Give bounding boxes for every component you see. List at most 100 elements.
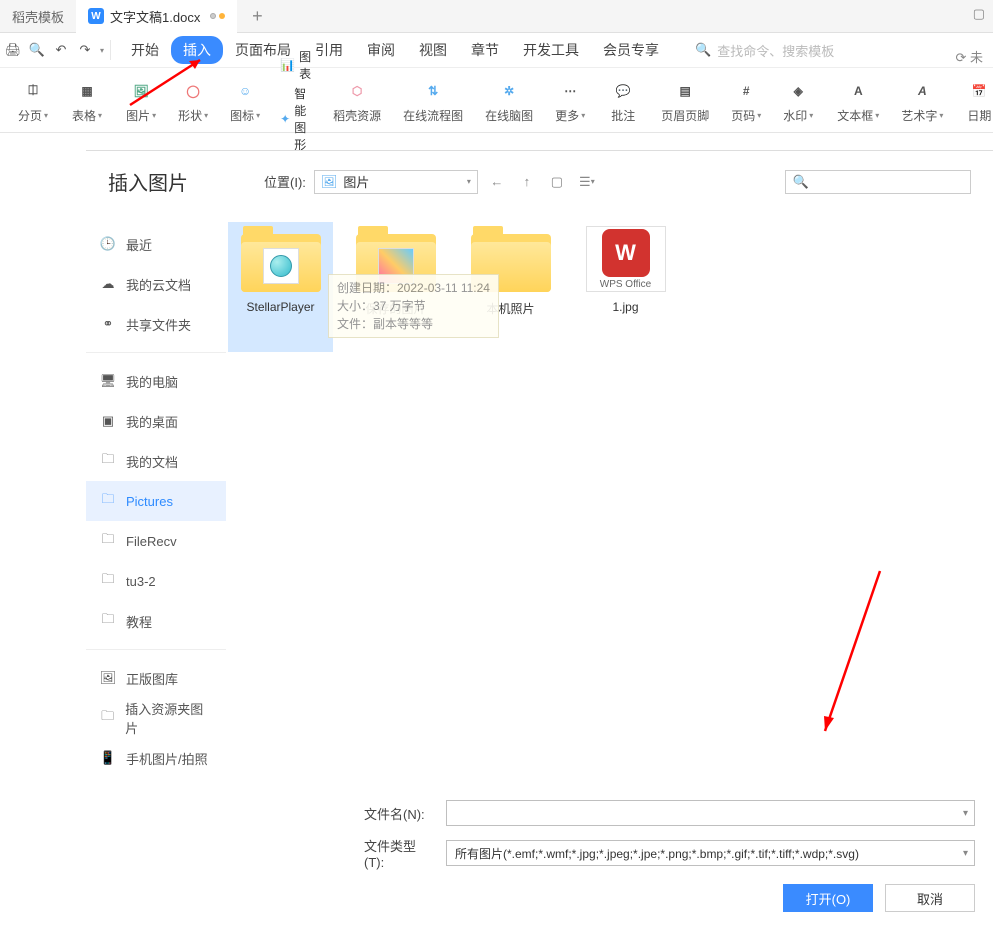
ribbon-textbox[interactable]: A 文本框▾ bbox=[827, 77, 889, 124]
tab-indicator bbox=[210, 13, 225, 19]
search-icon: 🔍 bbox=[695, 42, 711, 58]
smart-icon: ✦ bbox=[280, 112, 290, 126]
sidebar-tutorial[interactable]: 🗀教程 bbox=[86, 601, 226, 641]
dialog-sidebar: 🕒最近 ☁我的云文档 ⚭共享文件夹 🖥我的电脑 ▣我的桌面 🗀我的文档 🗀Pic… bbox=[86, 212, 226, 790]
folder-icon: 🗀 bbox=[100, 613, 116, 629]
watermark-icon: ◈ bbox=[784, 77, 812, 105]
menu-tabs: 开始 插入 页面布局 引用 审阅 视图 章节 开发工具 会员专享 bbox=[119, 36, 671, 64]
filename-label: 文件名(N): bbox=[364, 804, 434, 823]
menu-view[interactable]: 视图 bbox=[407, 36, 459, 64]
sidebar-pictures[interactable]: 🗀Pictures bbox=[86, 481, 226, 521]
qa-dropdown-arrow[interactable]: ▾ bbox=[100, 46, 104, 55]
insert-ribbon: ⎅ 分页▾ ▦ 表格▾ 🖼 图片▾ ◯ 形状▾ ☺ 图标▾ 📊图表 ✦智能图形 … bbox=[0, 68, 993, 133]
sidebar-tu32[interactable]: 🗀tu3-2 bbox=[86, 561, 226, 601]
search-icon: 🔍 bbox=[792, 174, 808, 190]
sidebar-docs[interactable]: 🗀我的文档 bbox=[86, 441, 226, 481]
picture-folder-icon: 🖼 bbox=[321, 174, 338, 190]
ribbon-date[interactable]: 📅 日期 bbox=[955, 77, 993, 124]
dialog-body: 🕒最近 ☁我的云文档 ⚭共享文件夹 🖥我的电脑 ▣我的桌面 🗀我的文档 🗀Pic… bbox=[86, 212, 993, 790]
ribbon-smart[interactable]: ✦智能图形 bbox=[280, 85, 311, 153]
open-button[interactable]: 打开(O) bbox=[783, 884, 873, 912]
ribbon-page-num[interactable]: # 页码▾ bbox=[721, 77, 771, 124]
menu-member[interactable]: 会员专享 bbox=[591, 36, 671, 64]
filetype-dropdown[interactable]: 所有图片(*.emf;*.wmf;*.jpg;*.jpeg;*.jpe;*.pn… bbox=[446, 840, 975, 866]
sidebar-cloud[interactable]: ☁我的云文档 bbox=[86, 264, 226, 304]
view-mode-icon[interactable]: ☰ ▾ bbox=[576, 171, 598, 193]
sidebar-recent[interactable]: 🕒最近 bbox=[86, 224, 226, 264]
comment-icon: 💬 bbox=[609, 77, 637, 105]
sidebar-filerecv[interactable]: 🗀FileRecv bbox=[86, 521, 226, 561]
ribbon-flowchart[interactable]: ⇅ 在线流程图 bbox=[393, 77, 473, 124]
ribbon-chart[interactable]: 📊图表 bbox=[280, 48, 311, 82]
paging-icon: ⎅ bbox=[19, 77, 47, 105]
nav-back-icon[interactable]: ← bbox=[486, 171, 508, 193]
filetype-label: 文件类型(T): bbox=[364, 836, 434, 870]
image-thumb: W WPS Office bbox=[586, 226, 666, 292]
menu-insert[interactable]: 插入 bbox=[171, 36, 223, 64]
location-dropdown[interactable]: 🖼 图片 ▾ bbox=[314, 170, 478, 194]
document-tab-label: 文字文稿1.docx bbox=[110, 7, 200, 26]
template-tab[interactable]: 稻壳模板 bbox=[0, 0, 76, 33]
menu-start[interactable]: 开始 bbox=[119, 36, 171, 64]
chevron-down-icon: ▾ bbox=[963, 808, 968, 819]
preview-icon[interactable]: 🔍 bbox=[28, 41, 46, 59]
ribbon-picture[interactable]: 🖼 图片▾ bbox=[116, 77, 166, 124]
ribbon-wordart[interactable]: A 艺术字▾ bbox=[891, 77, 953, 124]
ribbon-shape[interactable]: ◯ 形状▾ bbox=[168, 77, 218, 124]
sidebar-gallery[interactable]: 🖼正版图库 bbox=[86, 658, 226, 698]
window-control-icon[interactable]: ▢ bbox=[973, 6, 985, 22]
menu-bar: 🖨 🔍 ↶ ↷ ▾ 开始 插入 页面布局 引用 审阅 视图 章节 开发工具 会员… bbox=[0, 33, 993, 68]
ribbon-more[interactable]: ⋯ 更多▾ bbox=[545, 77, 595, 124]
sidebar-shared[interactable]: ⚭共享文件夹 bbox=[86, 304, 226, 344]
ribbon-watermark[interactable]: ◈ 水印▾ bbox=[773, 77, 823, 124]
ribbon-table[interactable]: ▦ 表格▾ bbox=[62, 77, 112, 124]
wps-logo-icon: W bbox=[602, 229, 650, 277]
menu-review[interactable]: 审阅 bbox=[355, 36, 407, 64]
dialog-header: 插入图片 位置(I): 🖼 图片 ▾ ← ↑ ▢ ☰ ▾ 🔍 bbox=[86, 151, 993, 212]
file-item-1jpg[interactable]: W WPS Office 1.jpg bbox=[573, 222, 678, 352]
ribbon-mindmap[interactable]: ✲ 在线脑图 bbox=[475, 77, 543, 124]
gallery-icon: 🖼 bbox=[100, 670, 116, 686]
document-tab[interactable]: W 文字文稿1.docx bbox=[76, 0, 237, 33]
menu-dev-tools[interactable]: 开发工具 bbox=[511, 36, 591, 64]
res-pic-icon: 🗀 bbox=[100, 710, 115, 726]
cloud-icon: ☁ bbox=[100, 276, 116, 292]
ribbon-header-footer[interactable]: ▤ 页眉页脚 bbox=[651, 77, 719, 124]
textbox-icon: A bbox=[844, 77, 872, 105]
folder-icon: 🗀 bbox=[100, 533, 116, 549]
sidebar-res-pic[interactable]: 🗀插入资源夹图片 bbox=[86, 698, 226, 738]
mindmap-icon: ✲ bbox=[495, 77, 523, 105]
file-tooltip: 创建日期：2022-03-11 11:24 大小：37 万字节 文件：副本等等等 bbox=[328, 274, 499, 338]
template-tab-label: 稻壳模板 bbox=[12, 7, 64, 26]
refresh-icon[interactable]: ⟳ 未 bbox=[955, 47, 983, 66]
folder-icon: 🗀 bbox=[100, 453, 116, 469]
location-value: 图片 bbox=[343, 172, 369, 191]
menu-chapter[interactable]: 章节 bbox=[459, 36, 511, 64]
command-search[interactable]: 🔍 查找命令、搜索模板 bbox=[695, 41, 834, 60]
folder-icon bbox=[241, 226, 321, 292]
insert-picture-dialog: 插入图片 位置(I): 🖼 图片 ▾ ← ↑ ▢ ☰ ▾ 🔍 bbox=[86, 150, 993, 759]
ribbon-dao-res[interactable]: ⬡ 稻壳资源 bbox=[323, 77, 391, 124]
file-grid-area: StellarPlayer 保存的图片 bbox=[226, 212, 993, 790]
redo-icon[interactable]: ↷ bbox=[76, 41, 94, 59]
ribbon-icon[interactable]: ☺ 图标▾ bbox=[220, 77, 270, 124]
page-num-icon: # bbox=[732, 77, 760, 105]
chart-icon: 📊 bbox=[280, 58, 295, 72]
sidebar-desktop[interactable]: ▣我的桌面 bbox=[86, 401, 226, 441]
undo-icon[interactable]: ↶ bbox=[52, 41, 70, 59]
nav-up-icon[interactable]: ↑ bbox=[516, 171, 538, 193]
new-folder-icon[interactable]: ▢ bbox=[546, 171, 568, 193]
dialog-footer: 文件名(N): ▾ 文件类型(T): 所有图片(*.emf;*.wmf;*.jp… bbox=[86, 790, 993, 926]
file-item-stellarplayer[interactable]: StellarPlayer bbox=[228, 222, 333, 352]
dialog-search-input[interactable]: 🔍 bbox=[785, 170, 971, 194]
sidebar-phone-pic[interactable]: 📱手机图片/拍照 bbox=[86, 738, 226, 778]
sidebar-my-pc[interactable]: 🖥我的电脑 bbox=[86, 361, 226, 401]
save-icon[interactable]: 🖨 bbox=[4, 41, 22, 59]
clock-icon: 🕒 bbox=[100, 236, 116, 252]
location-label: 位置(I): bbox=[264, 172, 306, 191]
ribbon-paging[interactable]: ⎅ 分页▾ bbox=[8, 77, 58, 124]
ribbon-comment[interactable]: 💬 批注 bbox=[599, 77, 647, 124]
new-tab-button[interactable]: + bbox=[237, 6, 277, 27]
filename-input[interactable]: ▾ bbox=[446, 800, 975, 826]
cancel-button[interactable]: 取消 bbox=[885, 884, 975, 912]
